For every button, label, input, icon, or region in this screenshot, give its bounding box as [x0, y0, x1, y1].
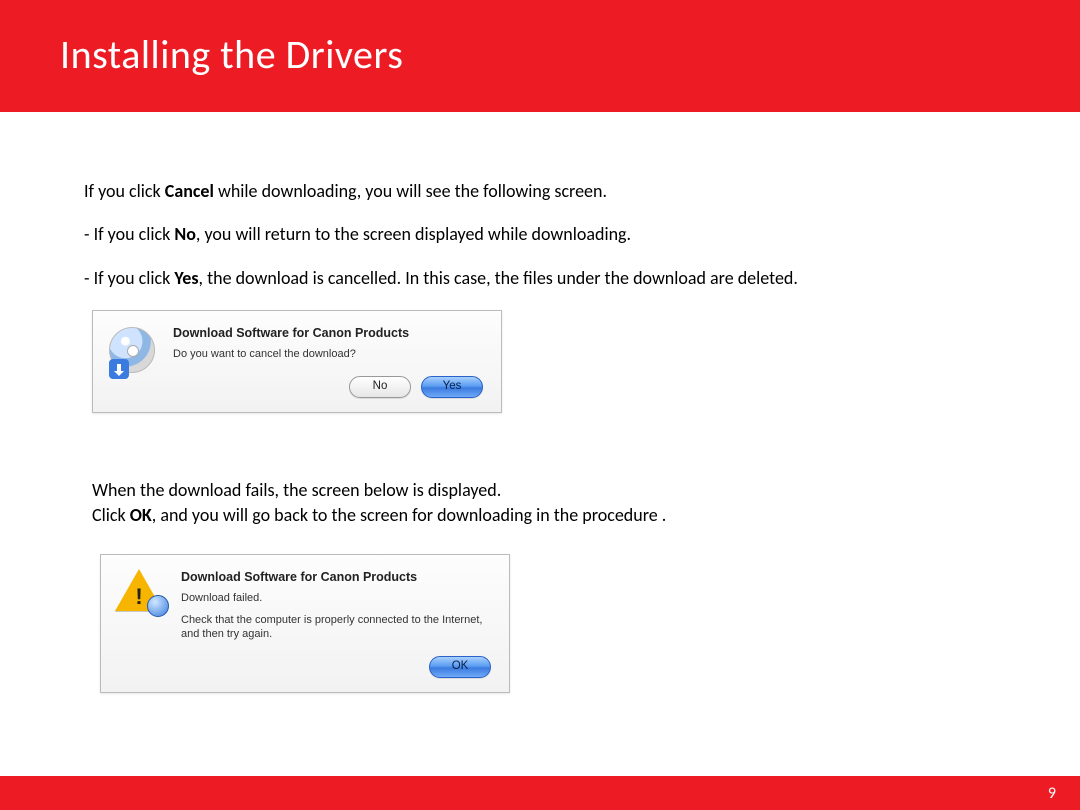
bullet2-pre: - If you click [84, 267, 174, 289]
fail-line2-pre: Click [92, 504, 130, 526]
fail-line2-post: , and you will go back to the screen for… [152, 504, 667, 526]
download-failed-section: When the download fails, the screen belo… [84, 479, 996, 693]
slide-header: Installing the Drivers [0, 0, 1080, 112]
download-failed-dialog: Download Software for Canon Products Dow… [100, 554, 510, 693]
bullet1-pre: - If you click [84, 223, 174, 245]
fail-line2-bold: OK [130, 504, 152, 526]
bullet-yes: - If you click Yes, the download is canc… [84, 267, 996, 290]
bullet1-bold: No [174, 223, 196, 245]
page-number: 9 [1048, 784, 1056, 803]
intro-bold: Cancel [165, 180, 214, 202]
bullet-no: - If you click No, you will return to th… [84, 223, 996, 246]
bullet2-bold: Yes [174, 267, 198, 289]
page-title: Installing the Drivers [60, 30, 1020, 79]
bullet2-post: , the download is cancelled. In this cas… [199, 267, 798, 289]
ok-button[interactable]: OK [429, 656, 491, 678]
fail-line2: Click OK, and you will go back to the sc… [92, 504, 996, 527]
cancel-download-dialog: Download Software for Canon Products Do … [92, 310, 502, 413]
bullet1-post: , you will return to the screen displaye… [196, 223, 631, 245]
intro-pre: If you click [84, 180, 165, 202]
no-button[interactable]: No [349, 376, 411, 398]
dialog1-title: Download Software for Canon Products [173, 325, 487, 341]
slide-footer: 9 [0, 776, 1080, 810]
download-disc-icon [107, 325, 159, 377]
warning-network-icon [115, 569, 167, 621]
dialog2-msg2: Check that the computer is properly conn… [181, 613, 495, 642]
intro-paragraph: If you click Cancel while downloading, y… [84, 180, 996, 203]
fail-line1: When the download fails, the screen belo… [92, 479, 996, 502]
content-area: If you click Cancel while downloading, y… [0, 112, 1080, 693]
yes-button[interactable]: Yes [421, 376, 483, 398]
dialog1-message: Do you want to cancel the download? [173, 347, 487, 361]
dialog2-title: Download Software for Canon Products [181, 569, 495, 585]
dialog2-msg1: Download failed. [181, 591, 495, 605]
intro-post: while downloading, you will see the foll… [214, 180, 607, 202]
